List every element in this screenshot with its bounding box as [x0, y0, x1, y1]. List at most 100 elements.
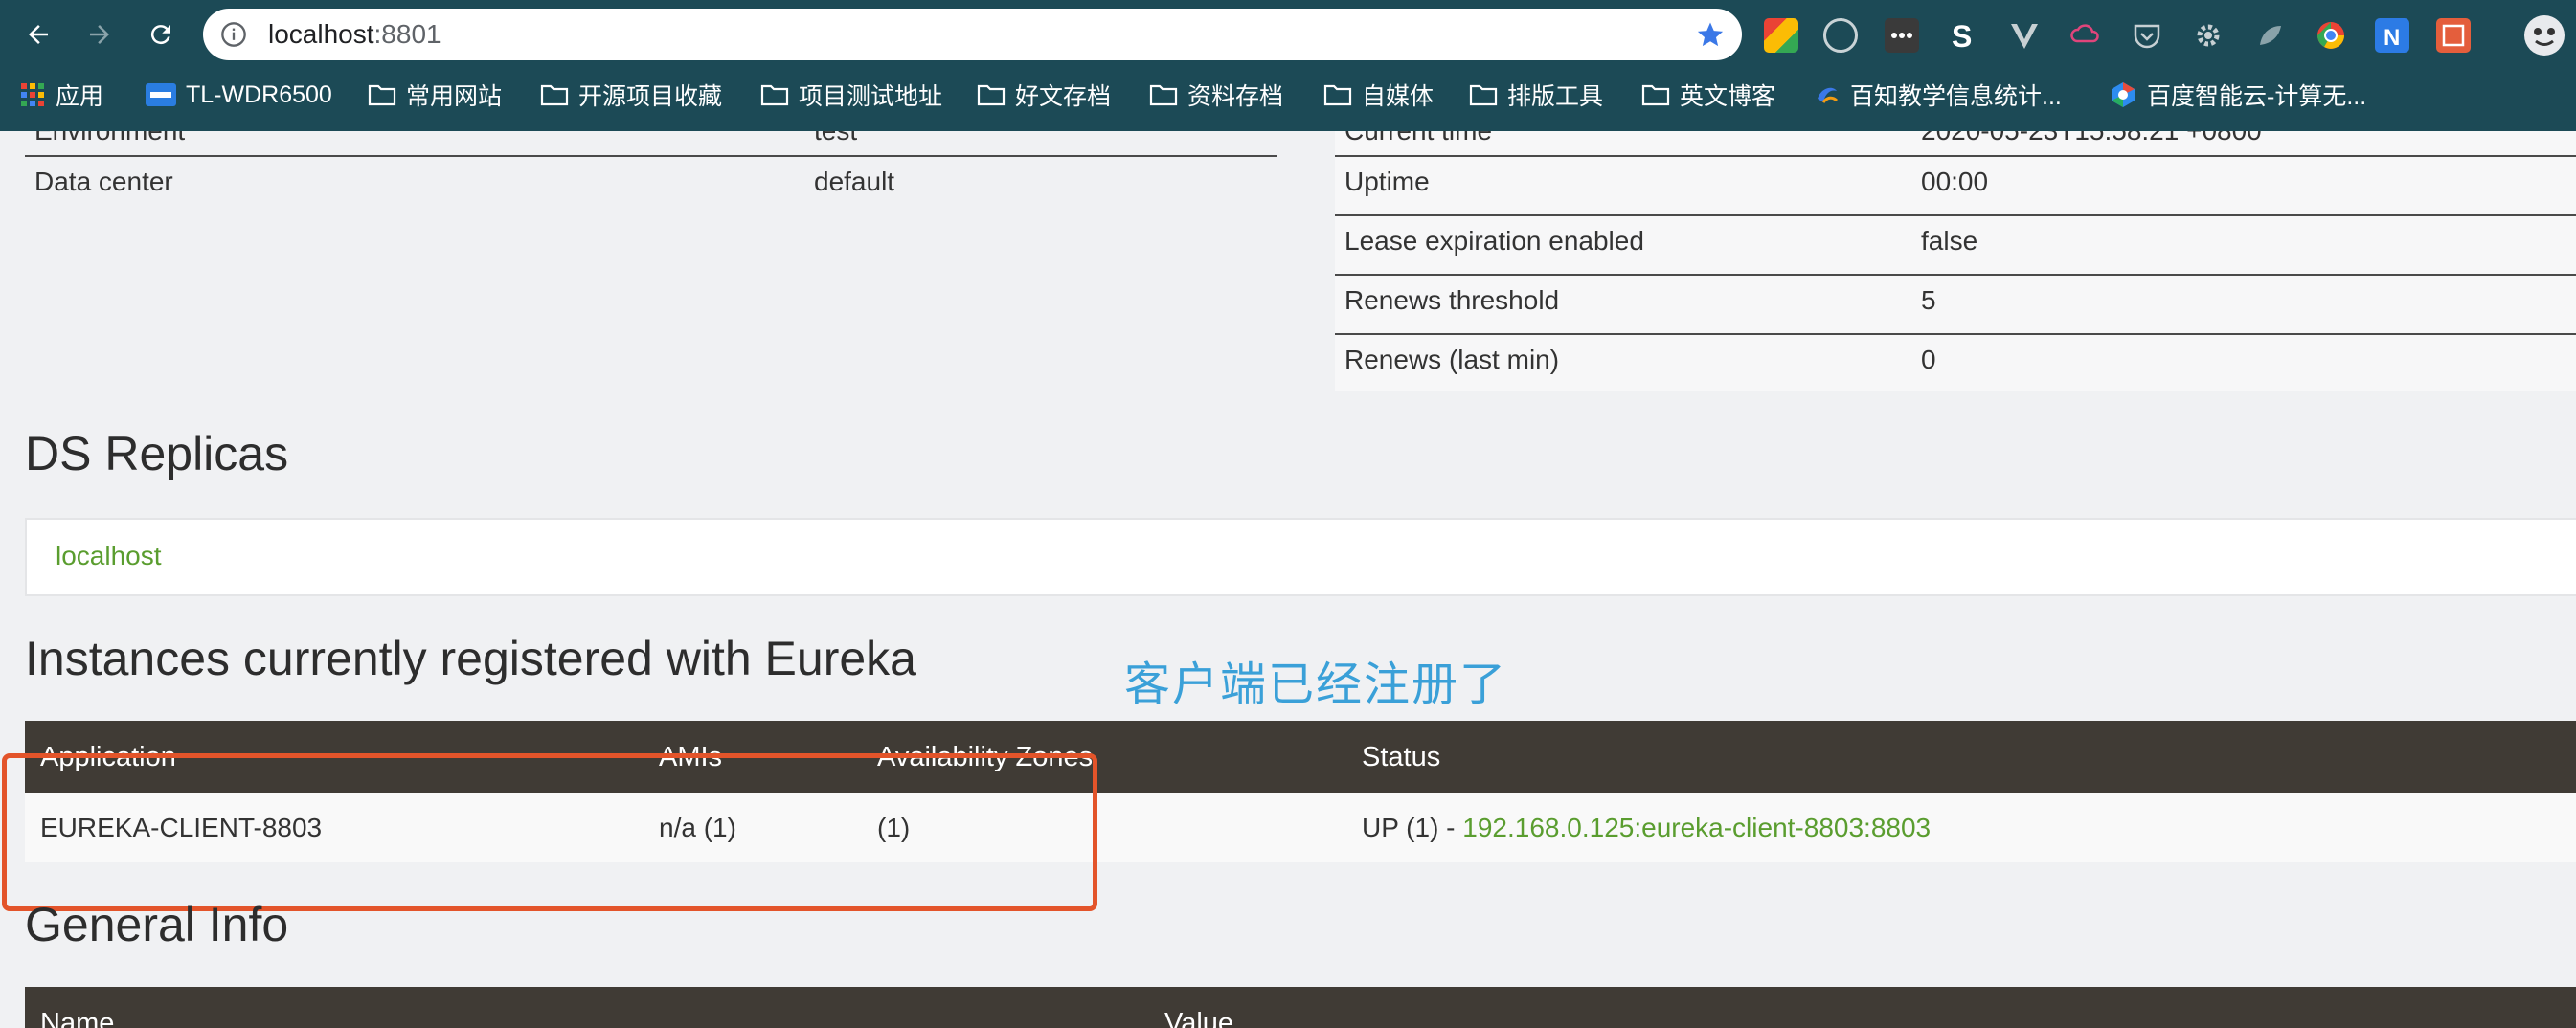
folder-icon: [760, 84, 789, 106]
bookmark-label: 排版工具: [1507, 83, 1604, 110]
folder-icon: [1469, 84, 1498, 106]
address-bar[interactable]: localhost:8801: [203, 9, 1742, 60]
bookmark-item[interactable]: 开源项目收藏: [540, 71, 722, 119]
browser-toolbar: localhost:8801 S N: [0, 0, 2576, 71]
replicas-list: localhost: [25, 518, 2576, 596]
table-divider: [25, 155, 1277, 157]
folder-icon: [368, 84, 396, 106]
url-port: :8801: [373, 19, 441, 49]
bookmark-label: 好文存档: [1015, 83, 1112, 110]
data-center-label: Data center: [34, 167, 173, 196]
env-value: test: [814, 131, 857, 146]
browser-chrome: localhost:8801 S N 应用 TL-WDR6500 常用网站 开源项目收…: [0, 0, 2576, 131]
bookmark-label: 常用网站: [406, 83, 503, 110]
current-time-value: 2020-05-23T15:58:21 +0800: [1921, 131, 2262, 146]
renews-threshold-label: Renews threshold: [1344, 285, 1560, 315]
extension-translate-icon[interactable]: [2436, 18, 2471, 53]
extension-leaf-icon[interactable]: [2252, 18, 2287, 53]
renews-last-min-label: Renews (last min): [1344, 345, 1560, 374]
reload-icon: [150, 25, 170, 45]
bookmarks-bar: 应用 TL-WDR6500 常用网站 开源项目收藏 项目测试地址 好文存档 资料存档 自媒体 排…: [0, 71, 2576, 131]
reload-button[interactable]: [140, 13, 182, 56]
folder-icon: [540, 84, 569, 106]
extension-n-icon[interactable]: N: [2375, 18, 2409, 53]
back-button[interactable]: [17, 13, 59, 56]
data-center-value: default: [814, 167, 895, 196]
bookmark-item[interactable]: 应用: [19, 71, 103, 119]
bookmark-item[interactable]: 排版工具: [1469, 71, 1603, 119]
url-text[interactable]: localhost:8801: [268, 9, 441, 60]
column-header-status: Status: [1362, 742, 1441, 772]
bookmark-item[interactable]: 英文博客: [1641, 71, 1775, 119]
extension-cloud-icon[interactable]: [2068, 18, 2103, 53]
table-divider: [1335, 274, 2576, 276]
table-divider: [1335, 214, 2576, 216]
extension-more-dots-icon[interactable]: [1885, 18, 1919, 53]
bookmark-item[interactable]: 资料存档: [1149, 71, 1283, 119]
env-label: Environment: [34, 131, 185, 146]
table-divider: [1335, 155, 2576, 157]
replica-link[interactable]: localhost: [56, 541, 162, 571]
bookmark-item[interactable]: 好文存档: [977, 71, 1111, 119]
status-text: UP (1) -: [1362, 813, 1463, 842]
bookmark-item[interactable]: 常用网站: [368, 71, 502, 119]
bookmark-item[interactable]: 自媒体: [1323, 71, 1434, 119]
bookmark-star-icon[interactable]: [1696, 20, 1725, 49]
renews-last-min-value: 0: [1921, 345, 1936, 374]
svg-text:S: S: [1952, 19, 1972, 53]
baidu-paw-icon: [1818, 87, 1839, 103]
bookmark-item[interactable]: TL-WDR6500: [146, 71, 332, 119]
current-time-label: Current time: [1344, 131, 1492, 146]
bookmark-label: 资料存档: [1187, 83, 1284, 110]
bookmark-label: 开源项目收藏: [578, 83, 723, 110]
baidu-cloud-icon: [2112, 82, 2135, 107]
lease-expiration-label: Lease expiration enabled: [1344, 226, 1644, 256]
bookmark-label: 百度智能云-计算无...: [2147, 83, 2367, 110]
arrow-left-icon: [29, 25, 48, 44]
status-cell: UP (1) - 192.168.0.125:eureka-client-880…: [1362, 793, 1931, 862]
folder-icon: [1641, 84, 1670, 106]
table-divider: [1335, 333, 2576, 335]
bookmark-label: 项目测试地址: [799, 83, 943, 110]
bookmark-label: TL-WDR6500: [186, 80, 332, 108]
extension-pocket-icon[interactable]: [2130, 18, 2164, 53]
info-icon: [221, 22, 246, 47]
uptime-label: Uptime: [1344, 167, 1430, 196]
extension-spider-icon[interactable]: [1823, 18, 1858, 53]
uptime-value: 00:00: [1921, 167, 1989, 196]
lease-expiration-value: false: [1921, 226, 1978, 256]
general-info-title: General Info: [25, 898, 289, 951]
bookmark-item[interactable]: 项目测试地址: [760, 71, 942, 119]
folder-icon: [977, 84, 1006, 106]
bookmark-label: 自媒体: [1362, 83, 1435, 110]
highlight-box: [2, 753, 1097, 911]
extension-s-icon[interactable]: S: [1946, 18, 1980, 54]
bookmark-label: 百知教学信息统计...: [1850, 83, 2062, 110]
svg-text:N: N: [2384, 25, 2400, 51]
extension-v-icon[interactable]: [2007, 18, 2042, 53]
profile-avatar-icon[interactable]: [2524, 15, 2565, 56]
bookmark-label: 应用: [56, 83, 104, 110]
instances-title: Instances currently registered with Eure…: [25, 632, 916, 685]
renews-threshold-value: 5: [1921, 285, 1936, 315]
ds-replicas-title: DS Replicas: [25, 427, 289, 480]
forward-button[interactable]: [79, 13, 121, 56]
extension-chrome-icon[interactable]: [2314, 18, 2348, 53]
instance-link[interactable]: 192.168.0.125:eureka-client-8803:8803: [1462, 813, 1931, 842]
tp-link-icon: [146, 83, 176, 106]
extension-google-icon[interactable]: [1764, 18, 1798, 53]
bookmark-label: 英文博客: [1680, 83, 1776, 110]
annotation-text: 客户端已经注册了: [1124, 659, 1508, 710]
bookmark-item[interactable]: 百知教学信息统计...: [1814, 71, 2062, 119]
general-info-table-header: Name Value: [25, 987, 2576, 1028]
arrow-right-icon: [90, 25, 109, 44]
column-header-name: Name: [40, 1008, 115, 1028]
eureka-dashboard-page: Environment test Data center default Cur…: [0, 131, 2576, 1028]
folder-icon: [1149, 84, 1178, 106]
bookmark-item[interactable]: 百度智能云-计算无...: [2109, 71, 2366, 119]
url-host: localhost: [268, 19, 374, 49]
folder-icon: [1323, 84, 1352, 106]
extension-gear-icon[interactable]: [2191, 18, 2226, 53]
apps-grid-icon: [21, 83, 44, 106]
column-header-value: Value: [1164, 1008, 1234, 1028]
